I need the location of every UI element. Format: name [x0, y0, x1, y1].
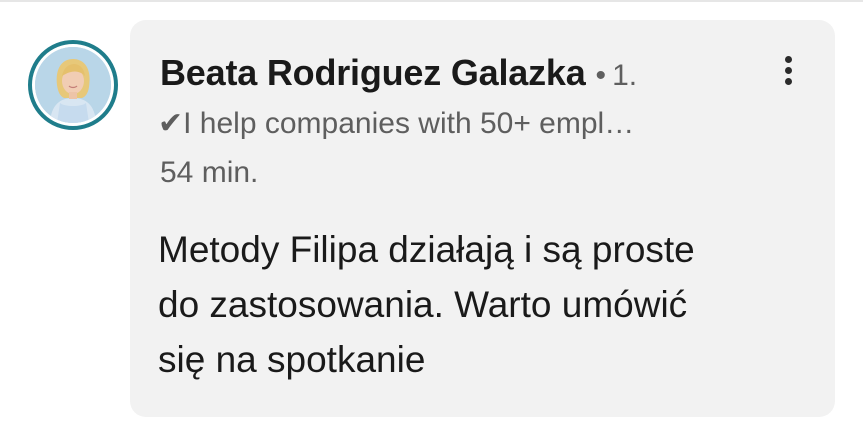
avatar-photo [35, 47, 111, 123]
bullet-separator: • [595, 59, 607, 92]
author-name[interactable]: Beata Rodriguez Galazka [160, 52, 586, 94]
comment-line: Metody Filipa działają i są proste [158, 229, 695, 270]
top-divider [0, 0, 863, 2]
avatar-portrait-icon [35, 47, 111, 123]
author-headline: ✔I help companies with 50+ empl… [158, 107, 635, 140]
comment-text: Metody Filipa działają i są proste do za… [158, 222, 808, 387]
comment-line: do zastosowania. Warto umówić [158, 284, 688, 325]
comment-timestamp: 54 min. [160, 156, 259, 189]
comment-bubble: Beata Rodriguez Galazka • 1. ✔I help com… [130, 20, 835, 417]
vertical-ellipsis-icon [785, 67, 792, 74]
vertical-ellipsis-icon [785, 78, 792, 85]
author-row: Beata Rodriguez Galazka • 1. [160, 52, 637, 96]
avatar[interactable] [28, 40, 118, 130]
comment-line: się na spotkanie [158, 339, 426, 380]
connection-degree: 1. [612, 59, 638, 92]
more-options-button[interactable] [770, 50, 806, 90]
vertical-ellipsis-icon [785, 56, 792, 63]
